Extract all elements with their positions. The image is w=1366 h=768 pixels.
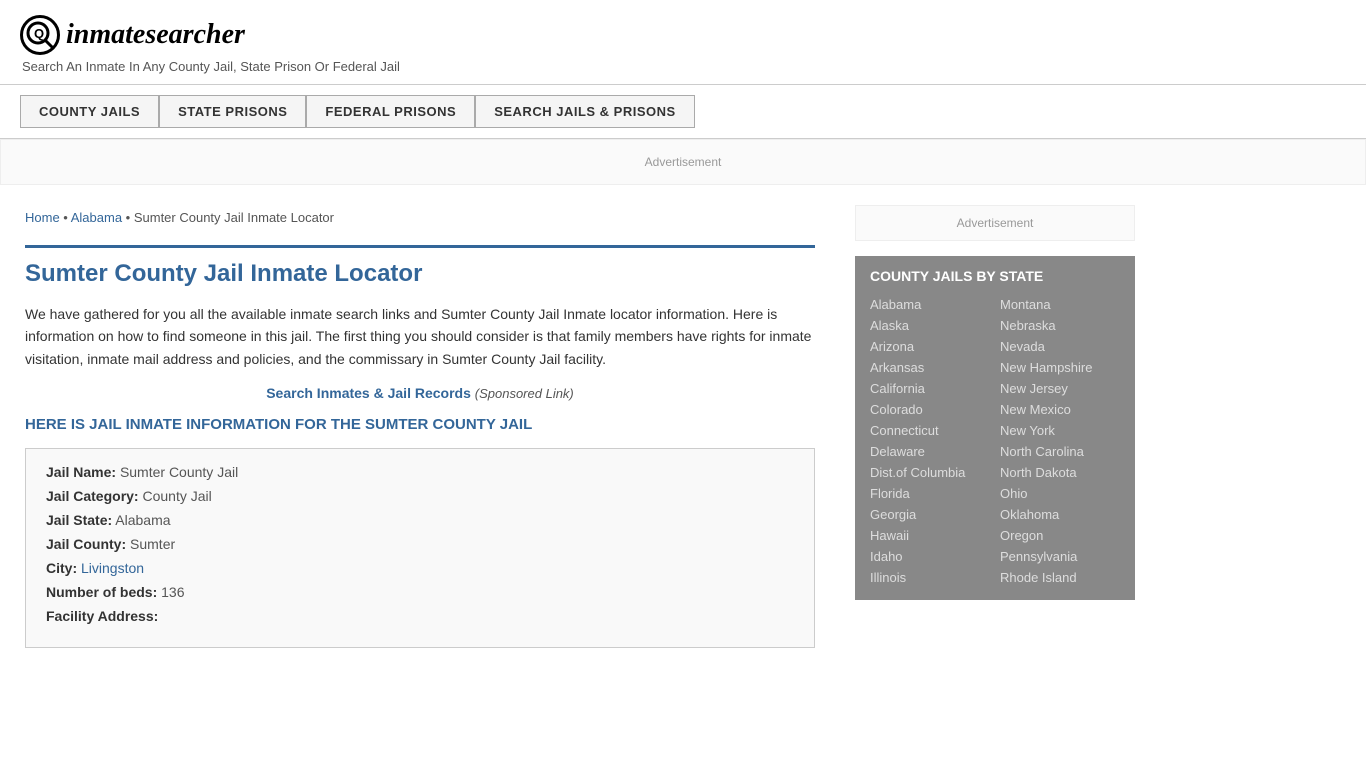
jail-county-label: Jail County: bbox=[46, 536, 126, 552]
sidebar-state-item[interactable]: New Hampshire bbox=[1000, 357, 1120, 378]
sponsored-link-label: (Sponsored Link) bbox=[475, 386, 574, 401]
jail-category-value: County Jail bbox=[142, 488, 211, 504]
sidebar-state-item[interactable]: Colorado bbox=[870, 399, 990, 420]
main-content: Home • Alabama • Sumter County Jail Inma… bbox=[0, 195, 840, 683]
sidebar-state-item[interactable]: Alabama bbox=[870, 294, 990, 315]
page-title: Sumter County Jail Inmate Locator bbox=[25, 245, 815, 288]
state-columns: AlabamaAlaskaArizonaArkansasCaliforniaCo… bbox=[870, 294, 1120, 588]
jail-category-label: Jail Category: bbox=[46, 488, 139, 504]
breadcrumb-home[interactable]: Home bbox=[25, 210, 60, 225]
sidebar-state-item[interactable]: Dist.of Columbia bbox=[870, 462, 990, 483]
sidebar-state-item[interactable]: Rhode Island bbox=[1000, 567, 1120, 588]
jail-name-value: Sumter County Jail bbox=[120, 464, 238, 480]
nav-federal-prisons[interactable]: FEDERAL PRISONS bbox=[306, 95, 475, 128]
sidebar-state-item[interactable]: Idaho bbox=[870, 546, 990, 567]
nav-state-prisons[interactable]: STATE PRISONS bbox=[159, 95, 306, 128]
nav-county-jails[interactable]: COUNTY JAILS bbox=[20, 95, 159, 128]
sidebar-state-item[interactable]: Georgia bbox=[870, 504, 990, 525]
jail-city-value: Livingston bbox=[81, 560, 144, 576]
jail-name-label: Jail Name: bbox=[46, 464, 116, 480]
main-layout: Home • Alabama • Sumter County Jail Inma… bbox=[0, 195, 1366, 683]
sidebar-state-item[interactable]: Arkansas bbox=[870, 357, 990, 378]
sidebar-state-item[interactable]: Oregon bbox=[1000, 525, 1120, 546]
jail-beds-value: 136 bbox=[161, 584, 184, 600]
jail-city-row: City: Livingston bbox=[46, 560, 794, 576]
top-ad-banner: Advertisement bbox=[0, 139, 1366, 185]
page-description: We have gathered for you all the availab… bbox=[25, 303, 815, 370]
state-box: COUNTY JAILS BY STATE AlabamaAlaskaArizo… bbox=[855, 256, 1135, 600]
jail-info-box: Jail Name: Sumter County Jail Jail Categ… bbox=[25, 448, 815, 648]
sidebar-state-item[interactable]: Hawaii bbox=[870, 525, 990, 546]
sidebar-state-item[interactable]: New York bbox=[1000, 420, 1120, 441]
jail-beds-label: Number of beds: bbox=[46, 584, 157, 600]
sidebar-state-item[interactable]: Ohio bbox=[1000, 483, 1120, 504]
jail-city-label: City: bbox=[46, 560, 77, 576]
jail-county-value: Sumter bbox=[130, 536, 175, 552]
site-logo-text[interactable]: inmatesearcher bbox=[66, 19, 245, 51]
jail-beds-row: Number of beds: 136 bbox=[46, 584, 794, 600]
sponsored-link-container: Search Inmates & Jail Records (Sponsored… bbox=[25, 385, 815, 401]
logo-prefix: inmate bbox=[66, 19, 145, 50]
sidebar-state-item[interactable]: Florida bbox=[870, 483, 990, 504]
sponsored-link[interactable]: Search Inmates & Jail Records bbox=[266, 385, 471, 401]
jail-name-row: Jail Name: Sumter County Jail bbox=[46, 464, 794, 480]
sidebar-state-item[interactable]: Oklahoma bbox=[1000, 504, 1120, 525]
logo-suffix: searcher bbox=[145, 19, 245, 50]
jail-state-value: Alabama bbox=[115, 512, 170, 528]
section-heading: HERE IS JAIL INMATE INFORMATION FOR THE … bbox=[25, 416, 815, 433]
sidebar-state-item[interactable]: Alaska bbox=[870, 315, 990, 336]
jail-state-label: Jail State: bbox=[46, 512, 112, 528]
sidebar-state-item[interactable]: Illinois bbox=[870, 567, 990, 588]
sidebar-state-item[interactable]: Arizona bbox=[870, 336, 990, 357]
sidebar-state-item[interactable]: Delaware bbox=[870, 441, 990, 462]
sidebar: Advertisement COUNTY JAILS BY STATE Alab… bbox=[840, 195, 1150, 683]
breadcrumb-page: Sumter County Jail Inmate Locator bbox=[134, 210, 334, 225]
main-nav: COUNTY JAILS STATE PRISONS FEDERAL PRISO… bbox=[0, 85, 1366, 139]
jail-address-label: Facility Address: bbox=[46, 608, 158, 624]
nav-search-jails[interactable]: SEARCH JAILS & PRISONS bbox=[475, 95, 694, 128]
sidebar-state-item[interactable]: Connecticut bbox=[870, 420, 990, 441]
sidebar-ad: Advertisement bbox=[855, 205, 1135, 241]
jail-address-row: Facility Address: bbox=[46, 608, 794, 624]
breadcrumb-state[interactable]: Alabama bbox=[71, 210, 122, 225]
sidebar-state-item[interactable]: California bbox=[870, 378, 990, 399]
state-box-title: COUNTY JAILS BY STATE bbox=[870, 268, 1120, 284]
svg-text:Q: Q bbox=[34, 26, 44, 41]
sidebar-state-item[interactable]: North Dakota bbox=[1000, 462, 1120, 483]
sidebar-state-item[interactable]: Nevada bbox=[1000, 336, 1120, 357]
sidebar-state-item[interactable]: New Jersey bbox=[1000, 378, 1120, 399]
site-tagline: Search An Inmate In Any County Jail, Sta… bbox=[22, 59, 1346, 74]
sidebar-state-item[interactable]: Nebraska bbox=[1000, 315, 1120, 336]
logo-icon: Q bbox=[20, 15, 60, 55]
sidebar-state-item[interactable]: Pennsylvania bbox=[1000, 546, 1120, 567]
jail-category-row: Jail Category: County Jail bbox=[46, 488, 794, 504]
site-header: Q inmatesearcher Search An Inmate In Any… bbox=[0, 0, 1366, 85]
logo-area: Q inmatesearcher bbox=[20, 15, 1346, 55]
sidebar-state-item[interactable]: New Mexico bbox=[1000, 399, 1120, 420]
jail-county-row: Jail County: Sumter bbox=[46, 536, 794, 552]
breadcrumb: Home • Alabama • Sumter County Jail Inma… bbox=[25, 210, 815, 225]
sidebar-state-item[interactable]: Montana bbox=[1000, 294, 1120, 315]
sidebar-state-item[interactable]: North Carolina bbox=[1000, 441, 1120, 462]
jail-state-row: Jail State: Alabama bbox=[46, 512, 794, 528]
